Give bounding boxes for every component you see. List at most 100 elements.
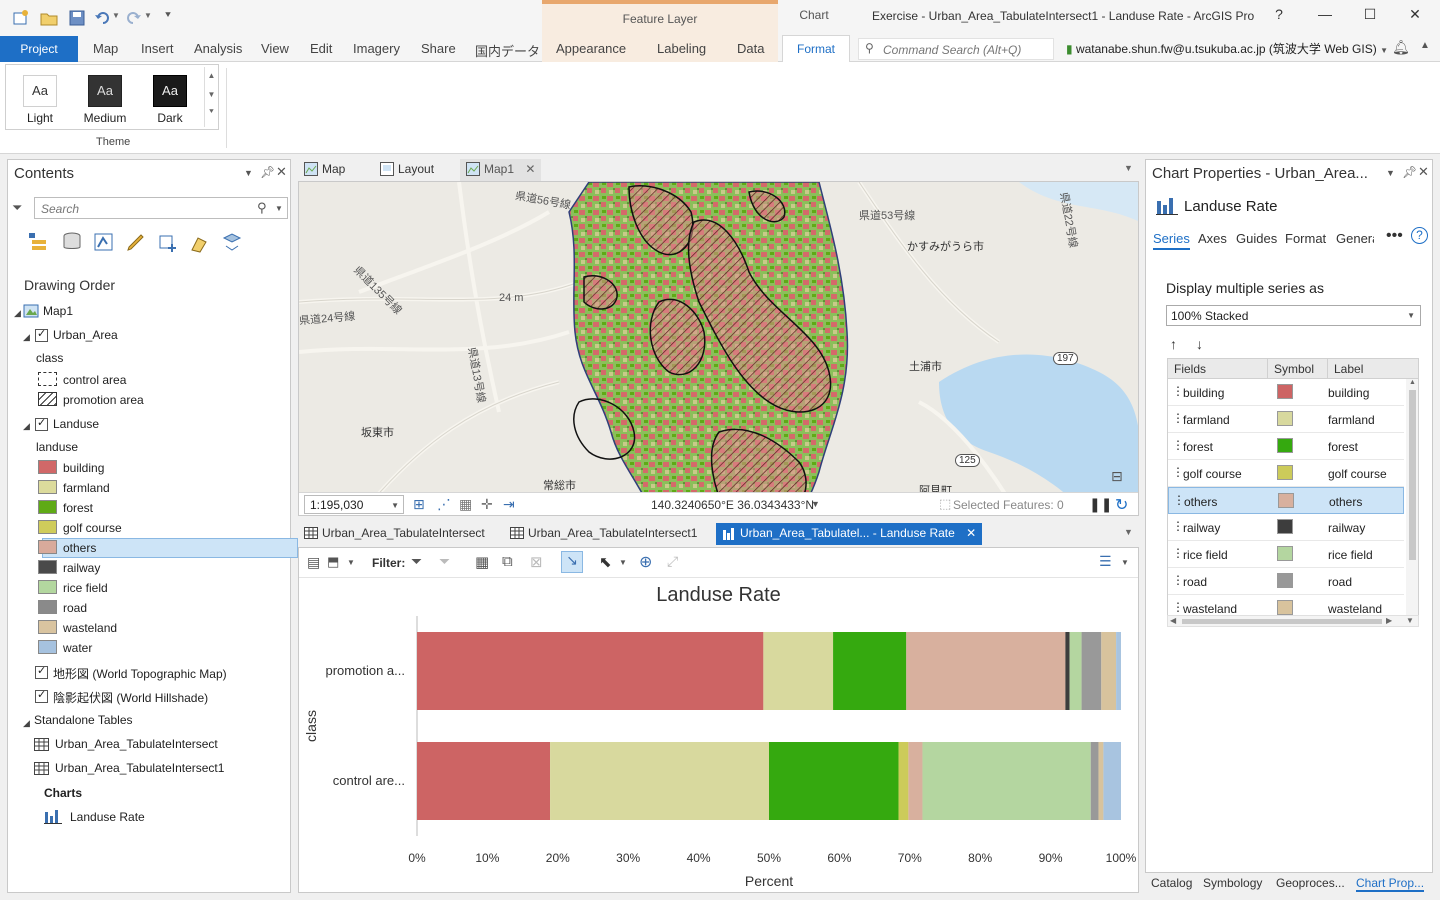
series-symbol-swatch[interactable]: [1277, 384, 1293, 399]
tab-kokunai-data[interactable]: 国内データ: [475, 41, 540, 60]
series-row[interactable]: ⋮ rice field rice field: [1168, 541, 1404, 568]
bar-segment-others[interactable]: [906, 632, 1066, 710]
legend-swatch[interactable]: [38, 520, 57, 534]
map-view[interactable]: 県道56号線 県道53号線 かすみがうら市 県道135号線 24 m 県道24号…: [298, 181, 1139, 516]
bar-segment-rice-field[interactable]: [922, 742, 1091, 820]
urban-area-expand-icon[interactable]: ◢: [23, 332, 30, 343]
snapping-icon[interactable]: ⋰: [437, 496, 451, 513]
legend-swatch[interactable]: [38, 500, 57, 514]
series-label-input[interactable]: others: [1329, 495, 1362, 509]
tab-table-view[interactable]: Urban_Area_TabulateIntersect: [298, 523, 491, 545]
dock-tab-chart-properties[interactable]: Chart Prop...: [1356, 876, 1425, 892]
list-by-perspective-imagery-icon[interactable]: [220, 230, 244, 254]
table-view-icon[interactable]: ▦: [475, 553, 489, 571]
legend-swatch[interactable]: [38, 580, 57, 594]
dock-tab-geoprocessing[interactable]: Geoproces...: [1276, 876, 1345, 890]
bar-segment-railway[interactable]: [1065, 632, 1070, 710]
full-extent-icon[interactable]: ⤢: [667, 553, 678, 570]
chart-item[interactable]: Landuse Rate: [70, 810, 145, 824]
tab-axes[interactable]: Axes: [1198, 231, 1227, 246]
hillshade-basemap-name[interactable]: 陰影起伏図 (World Hillshade): [53, 689, 208, 706]
sync-icon[interactable]: ↘: [561, 551, 583, 573]
dock-tab-symbology[interactable]: Symbology: [1203, 876, 1262, 890]
tab-list-dropdown-icon[interactable]: ▼: [1124, 163, 1133, 173]
series-label-input[interactable]: forest: [1328, 440, 1358, 454]
urban-area-layer-name[interactable]: Urban_Area: [53, 328, 118, 342]
maximize-button[interactable]: ☐: [1355, 6, 1385, 28]
tab-format[interactable]: Format: [782, 35, 850, 62]
standalone-tables-expand-icon[interactable]: ◢: [23, 718, 30, 729]
close-window-button[interactable]: ✕: [1400, 6, 1430, 28]
series-label-input[interactable]: golf course: [1328, 467, 1387, 481]
series-row[interactable]: ⋮ golf course golf course: [1168, 460, 1404, 487]
grid-icon[interactable]: ▦: [459, 496, 472, 513]
bar-segment-forest[interactable]: [833, 632, 907, 710]
notification-bell-icon[interactable]: 🔔︎: [1392, 39, 1410, 56]
list-by-editing-icon[interactable]: [124, 230, 148, 254]
list-by-drawing-order-icon[interactable]: [26, 230, 50, 254]
minimize-button[interactable]: —: [1310, 6, 1340, 28]
theme-medium[interactable]: Aa Medium: [73, 71, 137, 127]
landuse-visibility-checkbox[interactable]: [35, 416, 48, 431]
move-up-icon[interactable]: ↑: [1170, 336, 1177, 352]
bar-segment-road[interactable]: [1090, 742, 1099, 820]
series-label-input[interactable]: farmland: [1328, 413, 1375, 427]
gallery-scroll[interactable]: ▲ ▼ ⯆: [204, 67, 218, 127]
series-row[interactable]: ⋮ wasteland wasteland: [1168, 595, 1404, 615]
landuse-expand-icon[interactable]: ◢: [23, 421, 30, 432]
scale-selector[interactable]: 1:195,030 ▼: [304, 495, 404, 514]
scale-dropdown-icon[interactable]: ▼: [391, 501, 399, 510]
pin-icon[interactable]: 📌︎: [260, 165, 275, 179]
map-popup-icon[interactable]: ⊟: [1111, 468, 1123, 485]
filter-icon[interactable]: ⏷: [12, 200, 22, 216]
filter-by-selection-icon[interactable]: ⏷: [439, 553, 450, 570]
close-tab-icon[interactable]: ✕: [966, 526, 976, 540]
tab-chart-view[interactable]: Urban_Area_Tabulatel... - Landuse Rate ✕: [716, 523, 983, 545]
display-multiple-series-select[interactable]: 100% Stacked ▼: [1166, 305, 1421, 326]
command-search-input[interactable]: ⚲ Command Search (Alt+Q): [858, 38, 1054, 60]
tab-series[interactable]: Series: [1153, 231, 1190, 250]
coordinate-format-dropdown-icon[interactable]: ▼: [811, 499, 820, 509]
tab-project[interactable]: Project: [0, 36, 78, 62]
pane-menu-icon[interactable]: ▼: [1386, 168, 1395, 178]
series-row[interactable]: ⋮ building building: [1168, 379, 1404, 406]
bar-chart[interactable]: promotion a... control are... 0% 10% 20% 30% 4…: [299, 578, 1138, 892]
bar-segment-farmland[interactable]: [763, 632, 834, 710]
signed-in-user[interactable]: ▮ watanabe.shun.fw@u.tsukuba.ac.jp (筑波大学…: [1066, 40, 1388, 57]
theme-light[interactable]: Aa Light: [8, 71, 72, 127]
search-icon[interactable]: ⚲: [257, 200, 267, 216]
tab-view[interactable]: View: [261, 41, 289, 56]
clear-selection-icon[interactable]: ⊠: [530, 553, 543, 571]
series-row[interactable]: ⋮ road road: [1168, 568, 1404, 595]
customize-qat-icon[interactable]: ⯆: [164, 10, 172, 21]
list-by-data-source-icon[interactable]: [60, 230, 84, 254]
tab-list-dropdown-icon[interactable]: ▼: [1124, 527, 1133, 537]
legend-toggle-icon[interactable]: ☰: [1099, 553, 1112, 570]
bar-segment-wasteland[interactable]: [1098, 742, 1104, 820]
move-down-icon[interactable]: ↓: [1196, 336, 1203, 352]
series-label-input[interactable]: building: [1328, 386, 1369, 400]
pin-icon[interactable]: 📌︎: [1402, 165, 1417, 179]
series-label-input[interactable]: road: [1328, 575, 1352, 589]
correction-icon[interactable]: ⇥: [503, 496, 515, 513]
close-pane-icon[interactable]: ✕: [276, 164, 287, 180]
select-icon[interactable]: ⬉: [599, 553, 612, 571]
tab-analysis[interactable]: Analysis: [194, 41, 242, 56]
table-vertical-scrollbar[interactable]: ▲: [1406, 379, 1418, 615]
table-horizontal-scrollbar[interactable]: ◀ ▶ ▼: [1167, 615, 1419, 627]
tab-insert[interactable]: Insert: [141, 41, 174, 56]
help-icon[interactable]: ?: [1411, 227, 1428, 244]
legend-swatch[interactable]: [38, 460, 57, 474]
bar-segment-others[interactable]: [908, 742, 923, 820]
series-label-input[interactable]: wasteland: [1328, 602, 1382, 615]
map-name[interactable]: Map1: [43, 304, 73, 318]
redo-icon[interactable]: [124, 9, 142, 27]
table-item[interactable]: Urban_Area_TabulateIntersect1: [55, 761, 224, 775]
tab-map1-view[interactable]: Map1 ✕: [460, 159, 542, 181]
series-symbol-swatch[interactable]: [1277, 546, 1293, 561]
bar-segment-water[interactable]: [1103, 742, 1121, 820]
series-label-input[interactable]: rice field: [1328, 548, 1373, 562]
list-by-labeling-icon[interactable]: [188, 230, 212, 254]
scroll-right-icon[interactable]: ▶: [1386, 616, 1392, 625]
tab-table-view[interactable]: Urban_Area_TabulateIntersect1: [504, 523, 703, 545]
